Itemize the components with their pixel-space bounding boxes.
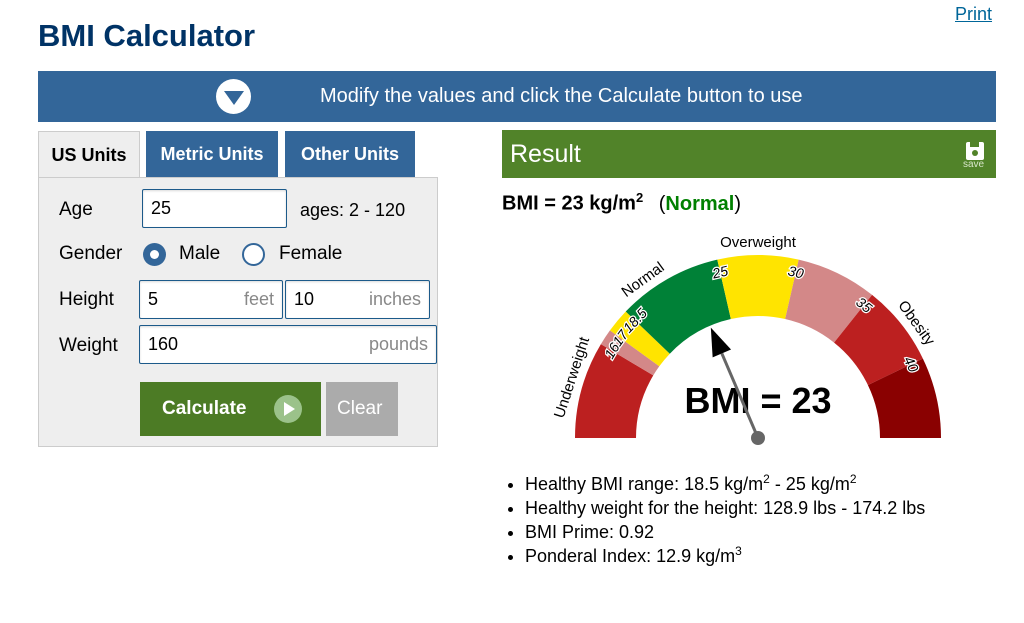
gauge-needle-pivot (751, 431, 765, 445)
stat-ponderal-index: Ponderal Index: 12.9 kg/m3 (525, 544, 925, 568)
pounds-unit: pounds (368, 334, 428, 354)
result-title: Result (510, 140, 581, 168)
banner-text: Modify the values and click the Calculat… (320, 85, 803, 107)
gender-male-radio[interactable] (143, 243, 166, 266)
result-stats: Healthy BMI range: 18.5 kg/m2 - 25 kg/m2… (505, 472, 925, 568)
gender-male-label[interactable]: Male (179, 243, 220, 265)
bmi-gauge: 161718.525 303540 UnderweightNormalOverwe… (551, 234, 941, 445)
gauge-bmi-label: BMI = 23 (684, 380, 831, 421)
inches-unit: inches (368, 289, 421, 309)
age-hint: ages: 2 - 120 (300, 200, 406, 220)
tab-us-units[interactable]: US Units (38, 131, 140, 179)
calculate-label: Calculate (162, 398, 247, 419)
bmi-result: BMI = 23 kg/m2 (Normal) (502, 190, 741, 216)
weight-value: 160 (148, 334, 179, 354)
weight-input[interactable]: 160 pounds (139, 325, 437, 364)
gender-label: Gender (59, 243, 123, 264)
height-inches-value: 10 (294, 289, 315, 309)
save-button[interactable]: save (961, 142, 989, 172)
weight-label: Weight (59, 335, 118, 356)
instructions-banner[interactable]: Modify the values and click the Calculat… (38, 71, 996, 122)
classification-label: Normal (665, 192, 735, 215)
gender-female-label[interactable]: Female (279, 243, 342, 265)
clear-label: Clear (337, 398, 383, 419)
gauge-needle-arrowhead (710, 327, 732, 358)
gauge-category-label: Overweight (720, 234, 797, 251)
print-link[interactable]: Print (955, 4, 992, 25)
clear-button[interactable]: Clear (326, 382, 398, 436)
input-form: Age 25 ages: 2 - 120 Gender Male Female … (38, 177, 438, 447)
age-input[interactable]: 25 (142, 189, 287, 228)
bmi-value-text: BMI = 23 kg/m (502, 192, 636, 215)
height-inches-input[interactable]: 10 inches (285, 280, 430, 319)
height-feet-value: 5 (148, 289, 159, 309)
result-header: Result (502, 130, 996, 178)
age-label: Age (59, 199, 93, 220)
tab-other-units[interactable]: Other Units (285, 131, 415, 177)
gender-female-radio[interactable] (242, 243, 265, 266)
stat-healthy-weight: Healthy weight for the height: 128.9 lbs… (525, 496, 925, 520)
save-label: save (963, 159, 985, 170)
chevron-down-icon[interactable] (216, 79, 251, 114)
gauge-segment (717, 255, 799, 320)
stat-healthy-bmi-range: Healthy BMI range: 18.5 kg/m2 - 25 kg/m2 (525, 472, 925, 496)
bmi-classification: (Normal) (659, 193, 741, 215)
class-close: ) (734, 192, 741, 215)
bmi-unit-exponent: 2 (635, 190, 644, 205)
height-feet-input[interactable]: 5 feet (139, 280, 283, 319)
save-icon (966, 142, 984, 160)
age-value: 25 (151, 198, 172, 218)
feet-unit: feet (243, 289, 274, 309)
tab-metric-units[interactable]: Metric Units (146, 131, 278, 177)
stat-bmi-prime: BMI Prime: 0.92 (525, 520, 925, 544)
height-label: Height (59, 289, 114, 310)
play-icon (274, 395, 302, 423)
calculate-button[interactable]: Calculate (140, 382, 321, 436)
page-title: BMI Calculator (38, 18, 256, 53)
